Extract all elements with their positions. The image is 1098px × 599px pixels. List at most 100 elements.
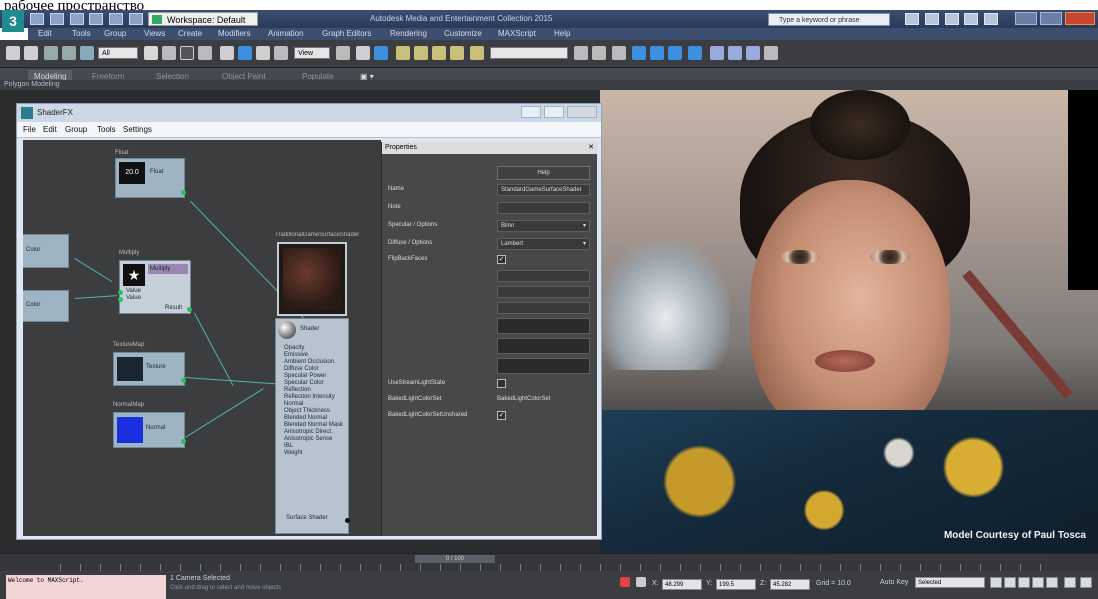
minimize-button[interactable] — [1015, 12, 1037, 25]
workspace-dropdown[interactable]: Workspace: Default — [148, 12, 258, 26]
go-to-end-icon[interactable] — [1046, 577, 1058, 588]
shaderfx-menu-file[interactable]: File — [23, 122, 36, 138]
shaderfx-menu-tools[interactable]: Tools — [97, 122, 116, 138]
menu-animation[interactable]: Animation — [268, 28, 304, 40]
shaderfx-menu-edit[interactable]: Edit — [43, 122, 57, 138]
prop-color-swatch-1[interactable] — [497, 318, 590, 334]
input-anisotropic-sense[interactable]: Anisotropic Sense — [284, 436, 343, 443]
selection-filter-dropdown[interactable]: All — [98, 47, 138, 59]
properties-pin-icon[interactable]: ✕ — [588, 142, 594, 154]
angle-snap-icon[interactable] — [414, 46, 428, 60]
app-logo-icon[interactable]: 3 — [2, 10, 24, 32]
new-file-icon[interactable] — [30, 13, 44, 25]
input-reflection-intensity[interactable]: Reflection Intensity — [284, 394, 343, 401]
menu-rendering[interactable]: Rendering — [390, 28, 427, 40]
shaderfx-maximize-button[interactable] — [544, 106, 564, 118]
reference-coordinate-dropdown[interactable]: View — [294, 47, 330, 59]
input-diffuse-color[interactable]: Diffuse Color — [284, 366, 343, 373]
multiply-node[interactable]: ★ Multiply Value Value Result — [118, 260, 192, 314]
prop-note-field[interactable] — [497, 202, 590, 214]
menu-create[interactable]: Create — [178, 28, 202, 40]
redo-icon[interactable] — [24, 46, 38, 60]
favorites-icon[interactable] — [964, 13, 979, 25]
node-graph-canvas[interactable]: Float 20.0 Float Color Color Multiply ★ … — [23, 140, 381, 536]
move-icon[interactable] — [220, 46, 234, 60]
prop-color-swatch-2[interactable] — [497, 338, 590, 354]
material-editor-icon[interactable] — [688, 46, 702, 60]
named-selection-dropdown[interactable] — [490, 47, 568, 59]
color-node-b[interactable]: Color — [23, 290, 69, 322]
shaderfx-minimize-button[interactable] — [521, 106, 541, 118]
render-iterative-icon[interactable] — [764, 46, 778, 60]
menu-edit[interactable]: Edit — [38, 28, 52, 40]
absolute-mode-icon[interactable] — [636, 577, 646, 587]
input-weight[interactable]: Weight — [284, 450, 343, 457]
menu-graph-editors[interactable]: Graph Editors — [322, 28, 371, 40]
timeline[interactable]: 0 / 100 — [0, 553, 1098, 572]
input-reflection[interactable]: Reflection — [284, 387, 343, 394]
input-specular-power[interactable]: Specular Power — [284, 373, 343, 380]
prop-color-swatch-3[interactable] — [497, 358, 590, 374]
shaderfx-close-button[interactable] — [567, 106, 597, 118]
x-coord-field[interactable]: 48.299 — [662, 579, 702, 590]
next-frame-icon[interactable] — [1032, 577, 1044, 588]
align-icon[interactable] — [592, 46, 606, 60]
z-coord-field[interactable]: 45.282 — [770, 579, 810, 590]
input-normal[interactable]: Normal — [284, 401, 343, 408]
menu-tools[interactable]: Tools — [72, 28, 91, 40]
previous-frame-icon[interactable] — [1004, 577, 1016, 588]
input-emissive[interactable]: Emissive — [284, 352, 343, 359]
normalmap-node[interactable]: Normal — [113, 412, 186, 448]
play-icon[interactable] — [1018, 577, 1030, 588]
normalmap-output-port[interactable] — [181, 439, 186, 444]
shaderfx-titlebar[interactable]: ShaderFX — [17, 104, 601, 122]
unlink-icon[interactable] — [62, 46, 76, 60]
layer-explorer-icon[interactable] — [612, 46, 626, 60]
select-place-icon[interactable] — [274, 46, 288, 60]
zoom-extents-icon[interactable] — [1064, 577, 1076, 588]
menu-group[interactable]: Group — [104, 28, 126, 40]
pivot-icon[interactable] — [336, 46, 350, 60]
percent-snap-icon[interactable] — [432, 46, 446, 60]
binoculars-icon[interactable] — [905, 13, 919, 25]
select-manipulate-icon[interactable] — [356, 46, 370, 60]
shaderfx-menu-settings[interactable]: Settings — [123, 122, 152, 138]
redo-icon[interactable] — [109, 13, 124, 25]
float-node[interactable]: 20.0 Float — [115, 158, 186, 198]
multiply-input-port-b[interactable] — [118, 297, 123, 302]
menu-customize[interactable]: Customize — [444, 28, 482, 40]
render-setup-icon[interactable] — [710, 46, 724, 60]
communication-icon[interactable] — [944, 13, 959, 25]
schematic-view-icon[interactable] — [668, 46, 682, 60]
multiply-input-port-a[interactable] — [118, 290, 123, 295]
texture-node[interactable]: Texture — [113, 352, 186, 386]
y-coord-field[interactable]: 199.5 — [716, 579, 756, 590]
surface-shader-output-port[interactable] — [345, 518, 350, 523]
input-blended-normal-mask[interactable]: Blended Normal Mask — [284, 422, 343, 429]
subscription-icon[interactable] — [924, 13, 939, 25]
select-object-icon[interactable] — [144, 46, 158, 60]
prop-name-field[interactable]: StandardGameSurfaceShader — [497, 184, 590, 196]
lock-selection-icon[interactable] — [620, 577, 630, 587]
input-specular-color[interactable]: Specular Color — [284, 380, 343, 387]
input-ambient-occlusion[interactable]: Ambient Occlusion — [284, 359, 343, 366]
bind-spacewarp-icon[interactable] — [80, 46, 94, 60]
texture-output-port[interactable] — [181, 378, 186, 383]
shaderfx-menu-group[interactable]: Group — [65, 122, 87, 138]
save-file-icon[interactable] — [69, 13, 84, 25]
menu-views[interactable]: Views — [144, 28, 165, 40]
undo-icon[interactable] — [89, 13, 104, 25]
project-folder-icon[interactable] — [128, 13, 143, 25]
close-button[interactable] — [1065, 12, 1095, 25]
prop-usestreamlightstate-checkbox[interactable] — [497, 379, 506, 388]
input-ibl[interactable]: IBL — [284, 443, 343, 450]
help-button[interactable]: Help — [497, 166, 590, 180]
graphite-toggle-icon[interactable] — [632, 46, 646, 60]
window-crossing-icon[interactable] — [198, 46, 212, 60]
maxscript-listener[interactable]: Welcome to MAXScript. — [6, 575, 166, 599]
mirror-icon[interactable] — [574, 46, 588, 60]
help-icon[interactable] — [984, 13, 999, 25]
menu-maxscript[interactable]: MAXScript — [498, 28, 536, 40]
input-anisotropic-direction[interactable]: Anisotropic Direct. — [284, 429, 343, 436]
select-by-name-icon[interactable] — [162, 46, 176, 60]
